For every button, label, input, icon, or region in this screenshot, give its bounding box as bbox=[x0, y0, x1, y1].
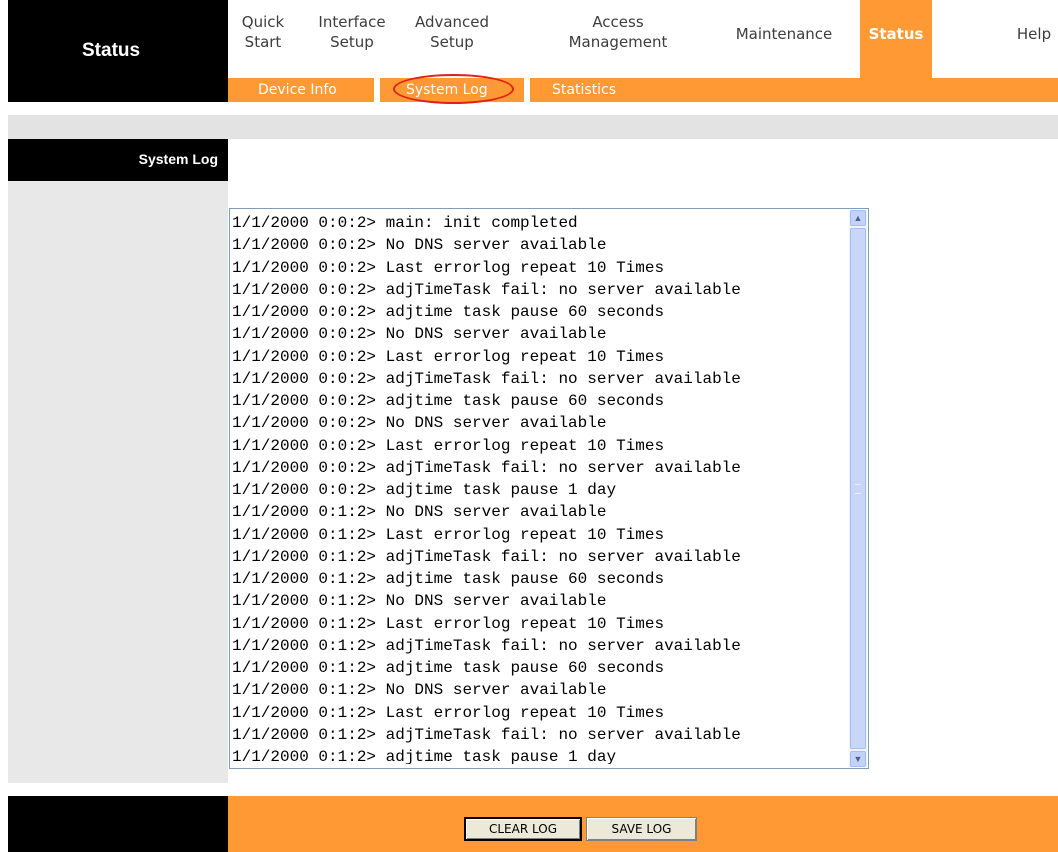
nav-status[interactable]: Status bbox=[860, 0, 932, 78]
subnav-divider bbox=[524, 78, 530, 102]
log-line: 1/1/2000 0:1:2> adjtime task pause 60 se… bbox=[232, 659, 665, 677]
highlight-ellipse bbox=[393, 74, 514, 104]
system-log-textarea[interactable]: 1/1/2000 0:0:2> main: init completed 1/1/… bbox=[229, 208, 869, 769]
nav-advanced-setup-label: Advanced Setup bbox=[414, 13, 490, 51]
nav-quick-start[interactable]: Quick Start bbox=[238, 12, 288, 52]
section-label: System Log bbox=[138, 151, 218, 167]
log-line: 1/1/2000 0:1:2> Last errorlog repeat 10 … bbox=[232, 614, 665, 633]
nav-help[interactable]: Help bbox=[1012, 24, 1056, 44]
log-line: 1/1/2000 0:1:2> adjtime task pause 1 day bbox=[232, 748, 617, 764]
chevron-down-icon[interactable]: ▼ bbox=[850, 751, 866, 767]
top-nav: Quick Start Interface Setup Advanced Set… bbox=[228, 0, 1058, 78]
log-line: 1/1/2000 0:1:2> Last errorlog repeat 10 … bbox=[232, 703, 665, 722]
log-line: 1/1/2000 0:0:2> Last errorlog repeat 10 … bbox=[232, 258, 665, 277]
log-scrollbar[interactable]: ▲ ▼ bbox=[849, 210, 867, 767]
nav-maintenance[interactable]: Maintenance bbox=[724, 24, 844, 44]
chevron-up-icon[interactable]: ▲ bbox=[850, 210, 866, 226]
log-line: 1/1/2000 0:0:2> adjTimeTask fail: no ser… bbox=[232, 458, 741, 477]
log-line: 1/1/2000 0:1:2> Last errorlog repeat 10 … bbox=[232, 525, 665, 544]
log-line: 1/1/2000 0:0:2> No DNS server available bbox=[232, 325, 607, 344]
subnav-device-info[interactable]: Device Info bbox=[258, 82, 337, 98]
nav-access-management[interactable]: Access Management bbox=[568, 12, 668, 52]
log-line: 1/1/2000 0:0:2> main: init completed bbox=[232, 214, 578, 232]
log-line: 1/1/2000 0:0:2> No DNS server available bbox=[232, 236, 607, 255]
log-line: 1/1/2000 0:1:2> adjTimeTask fail: no ser… bbox=[232, 725, 741, 744]
save-log-button[interactable]: SAVE LOG bbox=[586, 817, 697, 841]
log-line: 1/1/2000 0:1:2> adjTimeTask fail: no ser… bbox=[232, 636, 741, 655]
nav-interface-setup[interactable]: Interface Setup bbox=[312, 12, 392, 52]
subnav-statistics[interactable]: Statistics bbox=[552, 82, 616, 98]
log-line: 1/1/2000 0:0:2> adjTimeTask fail: no ser… bbox=[232, 280, 741, 299]
section-header: System Log bbox=[8, 139, 228, 181]
log-line: 1/1/2000 0:1:2> No DNS server available bbox=[232, 592, 607, 611]
log-line: 1/1/2000 0:0:2> adjtime task pause 60 se… bbox=[232, 303, 665, 321]
nav-help-label: Help bbox=[1016, 25, 1052, 43]
log-line: 1/1/2000 0:0:2> Last errorlog repeat 10 … bbox=[232, 347, 665, 366]
scrollbar-thumb[interactable] bbox=[850, 228, 866, 749]
nav-maintenance-label: Maintenance bbox=[735, 25, 833, 43]
log-line: 1/1/2000 0:0:2> No DNS server available bbox=[232, 414, 607, 433]
nav-quick-start-label: Quick Start bbox=[241, 13, 285, 51]
left-column bbox=[8, 139, 228, 783]
log-line: 1/1/2000 0:1:2> No DNS server available bbox=[232, 681, 607, 700]
sub-nav: Device Info System Log Statistics bbox=[228, 78, 1058, 102]
log-line: 1/1/2000 0:1:2> adjtime task pause 60 se… bbox=[232, 570, 665, 588]
log-line: 1/1/2000 0:1:2> No DNS server available bbox=[232, 503, 607, 522]
divider-band bbox=[8, 115, 1058, 139]
log-line: 1/1/2000 0:0:2> adjtime task pause 60 se… bbox=[232, 392, 665, 410]
log-line: 1/1/2000 0:0:2> Last errorlog repeat 10 … bbox=[232, 436, 665, 455]
clear-log-button[interactable]: CLEAR LOG bbox=[464, 817, 582, 841]
page-title: Status bbox=[82, 40, 141, 61]
nav-status-label: Status bbox=[868, 25, 924, 43]
nav-advanced-setup[interactable]: Advanced Setup bbox=[412, 12, 492, 52]
footer-left bbox=[8, 796, 228, 852]
log-text: 1/1/2000 0:0:2> main: init completed 1/1/… bbox=[232, 212, 844, 764]
log-line: 1/1/2000 0:1:2> adjTimeTask fail: no ser… bbox=[232, 547, 741, 566]
subnav-divider bbox=[374, 78, 380, 102]
nav-interface-setup-label: Interface Setup bbox=[318, 13, 386, 51]
log-line: 1/1/2000 0:0:2> adjtime task pause 1 day bbox=[232, 481, 617, 499]
nav-access-management-label: Access Management bbox=[568, 13, 668, 51]
log-line: 1/1/2000 0:0:2> adjTimeTask fail: no ser… bbox=[232, 369, 741, 388]
grip-icon bbox=[855, 484, 861, 494]
